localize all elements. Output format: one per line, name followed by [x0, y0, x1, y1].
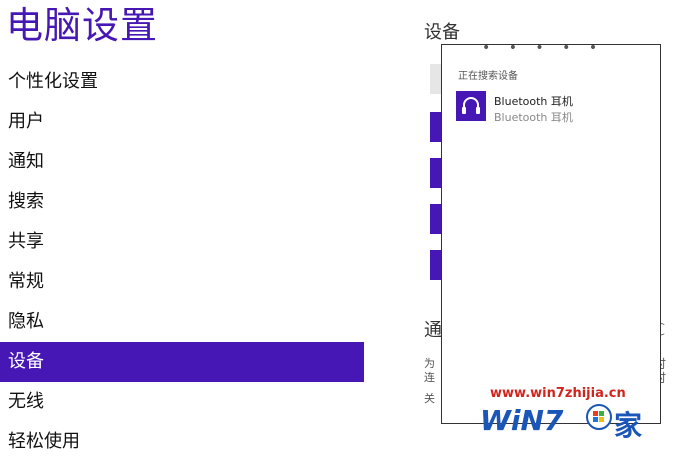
watermark-url: www.win7zhijia.cn	[490, 386, 626, 401]
add-device-popup: • • • • • 正在搜索设备 Bluetooth 耳机 Bluetooth …	[441, 40, 661, 424]
sidebar-item-privacy[interactable]: 隐私	[0, 302, 364, 342]
sidebar-item-ease-of-access[interactable]: 轻松使用	[0, 422, 364, 462]
headset-icon	[456, 91, 486, 121]
sidebar-item-wireless[interactable]: 无线	[0, 382, 364, 422]
app-title: 电脑设置	[6, 4, 158, 47]
sidebar-item-devices[interactable]: 设备	[0, 342, 364, 382]
sidebar-nav: 个性化设置 用户 通知 搜索 共享 常规 隐私 设备 无线 轻松使用	[0, 62, 364, 462]
loading-dots-icon: • • • • •	[482, 40, 605, 56]
search-status-text: 正在搜索设备	[458, 71, 518, 82]
settings-sidebar: 电脑设置 个性化设置 用户 通知 搜索 共享 常规 隐私 设备 无线 轻松使用	[0, 0, 364, 466]
sidebar-item-personalization[interactable]: 个性化设置	[0, 62, 364, 102]
watermark-logo: WiN7	[480, 404, 564, 437]
device-list-item[interactable]: Bluetooth 耳机 Bluetooth 耳机	[456, 91, 652, 125]
section-toggle-label-partial: 关	[424, 392, 435, 405]
watermark-logo-tail: 家	[614, 409, 643, 442]
section-heading-partial: 通	[424, 320, 442, 341]
device-type: Bluetooth 耳机	[494, 111, 573, 124]
sidebar-item-search[interactable]: 搜索	[0, 182, 364, 222]
device-name: Bluetooth 耳机	[494, 95, 573, 108]
sidebar-item-users[interactable]: 用户	[0, 102, 364, 142]
windows-logo-icon	[586, 404, 612, 430]
section-title: 设备	[424, 22, 460, 43]
sidebar-item-general[interactable]: 常规	[0, 262, 364, 302]
sidebar-item-share[interactable]: 共享	[0, 222, 364, 262]
pane-divider	[364, 0, 376, 466]
section-text-partial: 连	[424, 371, 435, 384]
sidebar-item-notifications[interactable]: 通知	[0, 142, 364, 182]
